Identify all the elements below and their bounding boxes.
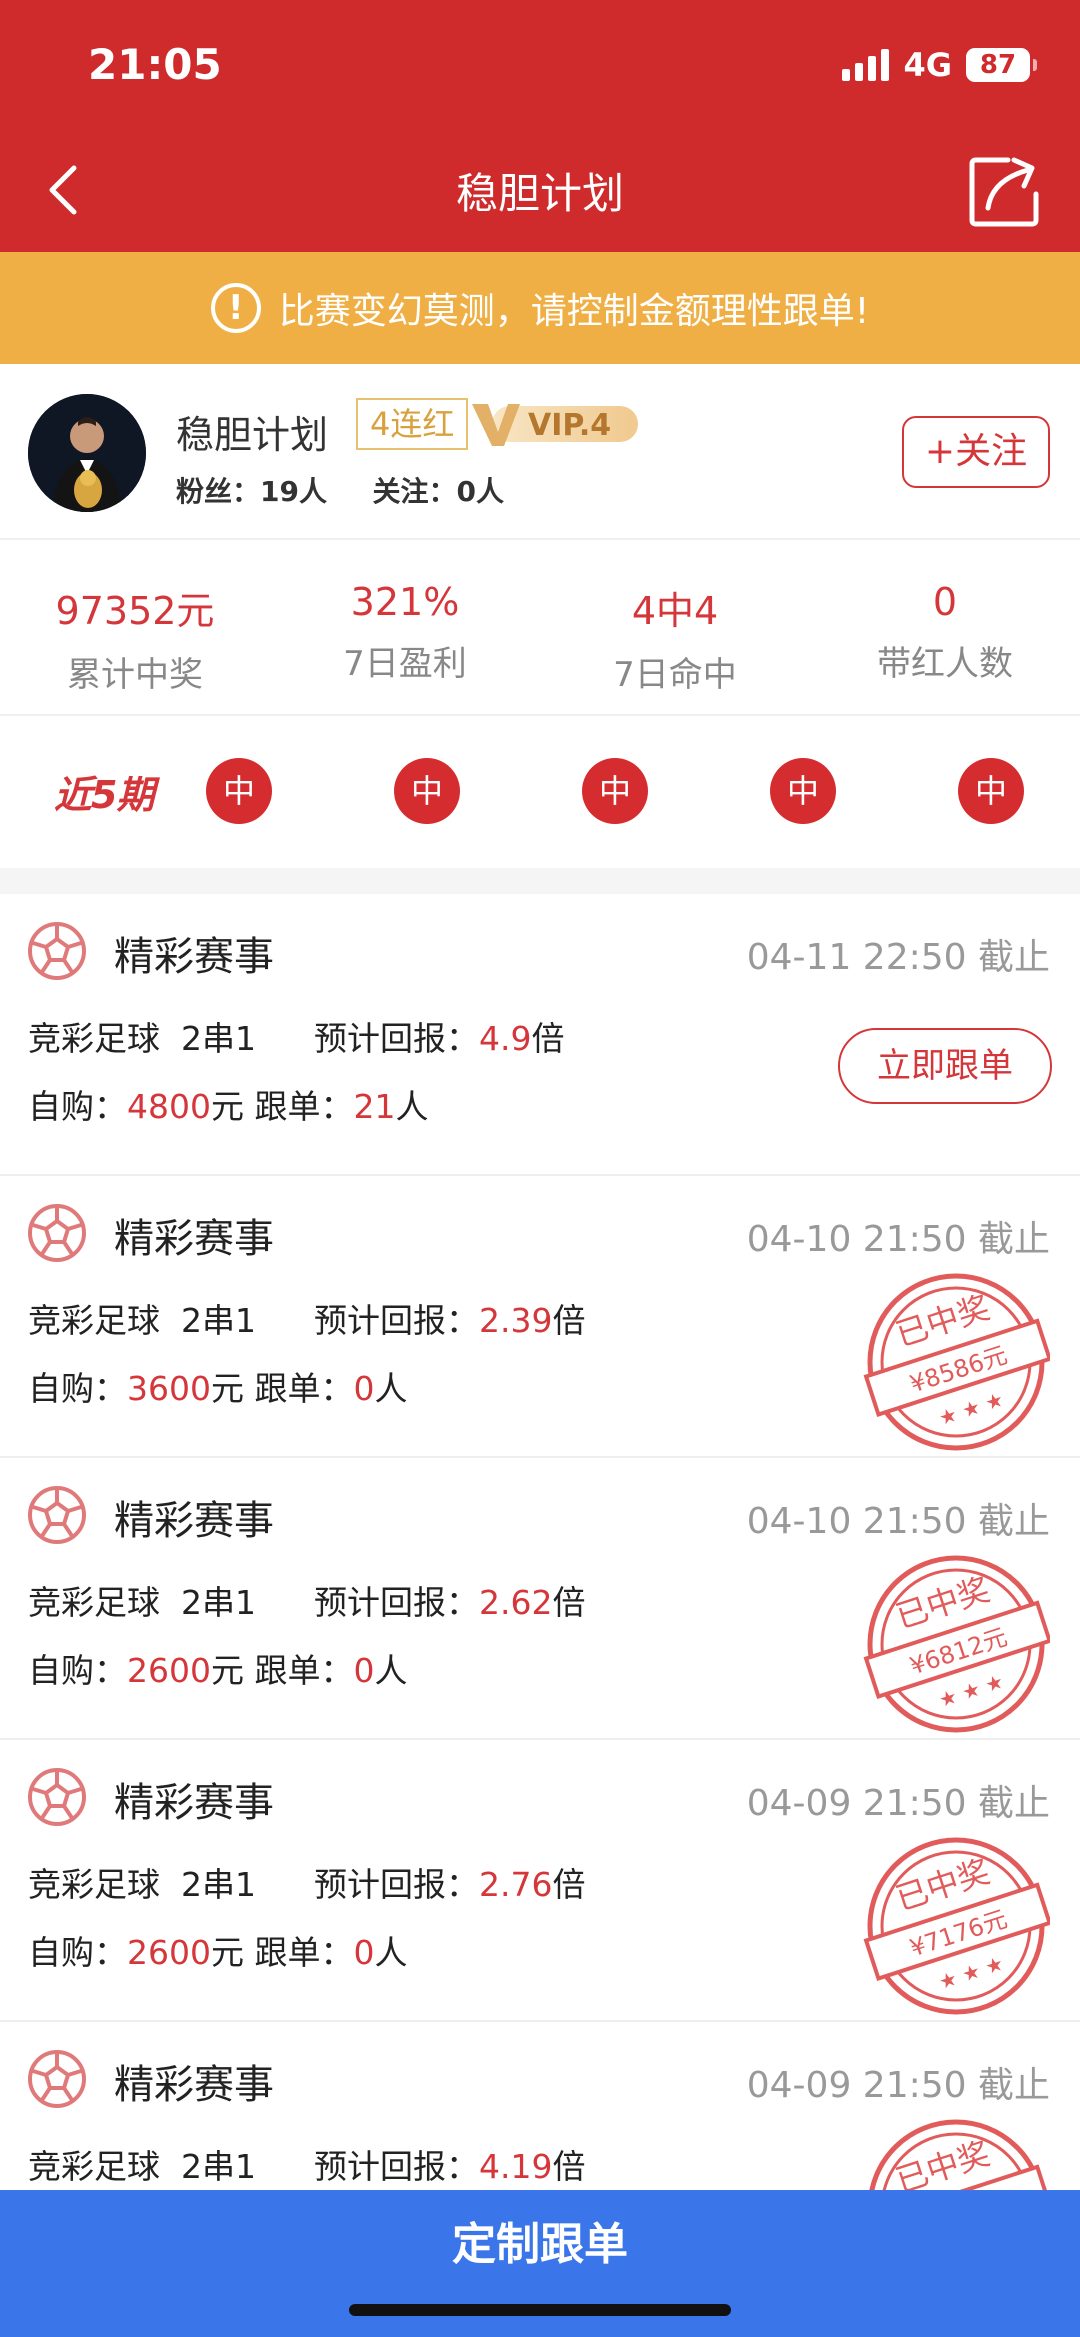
follow-count: 0	[353, 1933, 375, 1972]
self-amount: 2600	[127, 1651, 211, 1690]
share-button[interactable]	[968, 154, 1042, 228]
return-value: 4.9	[478, 1019, 532, 1058]
card-deadline: 04-10 21:50 截止	[746, 1501, 1050, 1542]
share-icon	[969, 157, 1039, 227]
card-title: 精彩赛事	[114, 1498, 274, 1544]
card-title: 精彩赛事	[114, 2062, 274, 2108]
status-indicators: 4G 87	[842, 46, 1037, 84]
return-value: 2.76	[478, 1865, 553, 1904]
football-icon	[28, 1204, 86, 1262]
streak-badge: 4连红	[356, 398, 469, 450]
plan-card[interactable]: 精彩赛事 04-10 21:50 截止 竞彩足球 2串1 预计回报：2.39倍 自…	[0, 1176, 1080, 1458]
self-amount: 4800	[127, 1087, 211, 1126]
stats-row: 97352元 累计中奖 321% 7日盈利 4中4 7日命中 0 带红人数	[0, 540, 1080, 716]
football-icon	[28, 1768, 86, 1826]
expert-profile: 稳胆计划 4连红 VIP.4 粉丝：19人 关注：0人 +关注	[0, 364, 1080, 540]
following-count: 0人	[456, 475, 504, 508]
warning-icon: !	[210, 283, 261, 333]
recent-5-logo: 近5期	[54, 773, 154, 817]
won-stamp: 已中奖	[863, 2119, 1050, 2190]
football-icon	[28, 2050, 86, 2108]
card-info-line: 竞彩足球 2串1 预计回报：2.62倍	[28, 1583, 586, 1622]
page-title: 稳胆计划	[455, 169, 624, 218]
stat-7day-profit: 321% 7日盈利	[343, 580, 467, 684]
vip-badge: VIP.4	[472, 400, 642, 448]
card-amount-line: 自购：3600元 跟单：0人	[28, 1369, 408, 1408]
card-deadline: 04-10 21:50 截止	[746, 1219, 1050, 1260]
card-title: 精彩赛事	[114, 934, 274, 980]
status-time: 21:05	[88, 40, 222, 89]
result-badge: 中	[206, 758, 272, 824]
follow-button[interactable]: +关注	[902, 416, 1050, 488]
risk-notice-banner: ! 比赛变幻莫测，请控制金额理性跟单!	[0, 252, 1080, 364]
follow-bet-button[interactable]: 立即跟单	[838, 1028, 1052, 1104]
card-deadline: 04-11 22:50 截止	[746, 937, 1050, 978]
return-value: 4.19	[478, 2147, 553, 2186]
won-stamp: 已中奖 ¥8586元 ★ ★ ★	[863, 1273, 1050, 1451]
plan-card[interactable]: 精彩赛事 04-10 21:50 截止 竞彩足球 2串1 预计回报：2.62倍 自…	[0, 1458, 1080, 1740]
app-header: 21:05 4G 87 稳胆计划	[0, 0, 1080, 252]
follow-count: 0	[353, 1369, 375, 1408]
follow-count: 21	[353, 1087, 396, 1126]
home-indicator[interactable]	[349, 2304, 731, 2316]
card-amount-line: 自购：2600元 跟单：0人	[28, 1933, 408, 1972]
recent-results: 近5期 中 中 中 中 中	[0, 716, 1080, 868]
result-badge: 中	[958, 758, 1024, 824]
card-title: 精彩赛事	[114, 1216, 274, 1262]
won-stamp: 已中奖 ¥6812元 ★ ★ ★	[863, 1555, 1050, 1733]
plan-card[interactable]: 精彩赛事 04-11 22:50 截止 竞彩足球 2串1 预计回报：4.9倍 自购…	[0, 894, 1080, 1176]
plan-card[interactable]: 精彩赛事 04-09 21:50 截止 竞彩足球 2串1 预计回报：4.19倍 已…	[0, 2022, 1080, 2190]
result-badge: 中	[394, 758, 460, 824]
card-deadline: 04-09 21:50 截止	[746, 2065, 1050, 2106]
stat-7day-hits: 4中4 7日命中	[613, 589, 737, 695]
fans-following: 粉丝：19人 关注：0人	[176, 475, 504, 508]
self-amount: 3600	[127, 1369, 211, 1408]
result-badge: 中	[770, 758, 836, 824]
card-amount-line: 自购：4800元 跟单：21人	[28, 1087, 429, 1126]
stamp-title: 已中奖	[891, 2134, 994, 2190]
plan-card[interactable]: 精彩赛事 04-09 21:50 截止 竞彩足球 2串1 预计回报：2.76倍 自…	[0, 1740, 1080, 2022]
signal-icon	[842, 49, 890, 81]
stat-total-prize: 97352元 累计中奖	[55, 589, 215, 695]
card-info-line: 竞彩足球 2串1 预计回报：4.19倍	[28, 2147, 586, 2186]
notice-text: 比赛变幻莫测，请控制金额理性跟单!	[278, 291, 870, 332]
football-icon	[28, 922, 86, 980]
result-badge: 中	[582, 758, 648, 824]
fans-count: 19人	[260, 475, 327, 508]
card-deadline: 04-09 21:50 截止	[746, 1783, 1050, 1824]
avatar[interactable]	[28, 394, 146, 512]
card-title: 精彩赛事	[114, 1780, 274, 1826]
return-value: 2.62	[478, 1583, 553, 1622]
follow-count: 0	[353, 1651, 375, 1690]
card-info-line: 竞彩足球 2串1 预计回报：2.76倍	[28, 1865, 586, 1904]
network-type: 4G	[903, 46, 952, 84]
stat-followers-won: 0 带红人数	[877, 580, 1013, 684]
section-divider	[0, 868, 1080, 894]
card-info-line: 竞彩足球 2串1 预计回报：4.9倍	[28, 1019, 565, 1058]
expert-name: 稳胆计划	[176, 413, 329, 457]
self-amount: 2600	[127, 1933, 211, 1972]
card-info-line: 竞彩足球 2串1 预计回报：2.39倍	[28, 1301, 586, 1340]
football-icon	[28, 1486, 86, 1544]
return-value: 2.39	[478, 1301, 553, 1340]
card-amount-line: 自购：2600元 跟单：0人	[28, 1651, 408, 1690]
won-stamp: 已中奖 ¥7176元 ★ ★ ★	[863, 1837, 1050, 2015]
vip-level: VIP.4	[528, 408, 612, 443]
battery-icon: 87	[966, 48, 1037, 82]
